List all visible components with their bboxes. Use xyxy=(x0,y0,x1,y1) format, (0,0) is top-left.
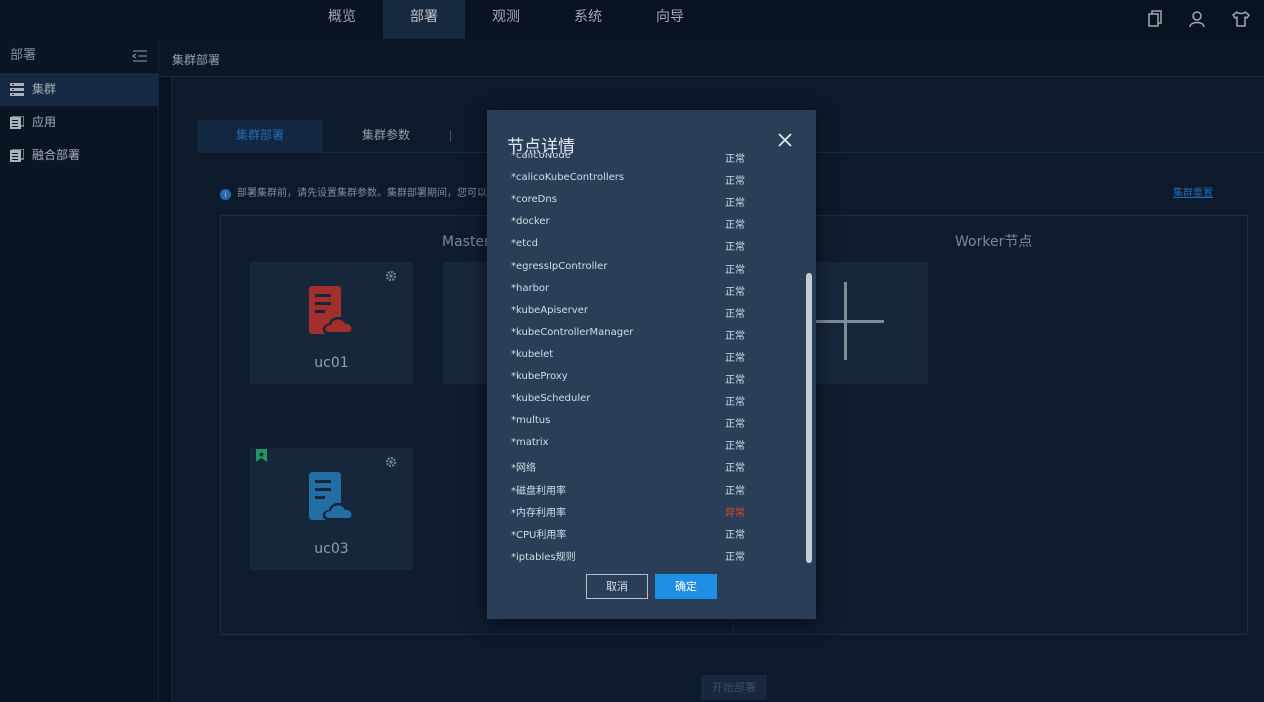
status-row: *multus 正常 xyxy=(487,411,803,433)
status-row: *kubeProxy 正常 xyxy=(487,367,803,389)
status-value: 正常 xyxy=(725,551,745,563)
status-row: *kubeApiserver 正常 xyxy=(487,301,803,323)
status-row: *磁盘利用率 正常 xyxy=(487,478,803,500)
status-value: 正常 xyxy=(725,397,745,409)
status-row: *kubelet 正常 xyxy=(487,345,803,367)
status-value: 正常 xyxy=(725,441,745,453)
status-value: 正常 xyxy=(725,264,745,276)
status-row: *calicoKubeControllers 正常 xyxy=(487,168,803,190)
node-detail-modal: 节点详情 *calicoNode 正常 *calicoKubeControllers… xyxy=(487,110,816,619)
status-value: 正常 xyxy=(725,154,745,165)
component-name: *kubeControllerManager xyxy=(511,326,634,338)
component-name: *CPU利用率 xyxy=(511,529,567,541)
component-name: *calicoKubeControllers xyxy=(511,172,625,184)
status-row: *iptables规则 正常 xyxy=(487,544,803,564)
component-name: *multus xyxy=(511,415,551,427)
close-icon[interactable] xyxy=(777,132,793,148)
component-name: *网络 xyxy=(511,463,536,475)
status-row: *kubeScheduler 正常 xyxy=(487,389,803,411)
component-name: *kubeProxy xyxy=(511,371,568,382)
status-value: 正常 xyxy=(725,463,745,475)
component-name: *磁盘利用率 xyxy=(511,485,566,497)
cancel-button[interactable]: 取消 xyxy=(586,574,648,599)
status-row: *kubeControllerManager 正常 xyxy=(487,323,803,345)
status-row: *egressIpController 正常 xyxy=(487,257,803,279)
status-value: 异常 xyxy=(725,507,745,519)
component-name: *etcd xyxy=(511,238,538,250)
component-name: *kubelet xyxy=(511,348,554,360)
component-name: *calicoNode xyxy=(511,153,571,161)
status-row: *docker 正常 xyxy=(487,212,803,234)
status-value: 正常 xyxy=(725,286,745,298)
component-name: *iptables规则 xyxy=(511,551,576,563)
component-name: *docker xyxy=(511,216,550,228)
status-value: 正常 xyxy=(725,198,745,210)
status-value: 正常 xyxy=(725,419,745,431)
status-value: 正常 xyxy=(725,176,745,188)
status-value: 正常 xyxy=(725,529,745,541)
component-name: *coreDns xyxy=(511,194,557,206)
status-value: 正常 xyxy=(725,308,745,320)
confirm-button[interactable]: 确定 xyxy=(655,574,717,599)
status-row: *matrix 正常 xyxy=(487,433,803,455)
status-row: *calicoNode 正常 xyxy=(487,153,803,168)
scrollbar[interactable] xyxy=(806,273,812,563)
status-row: *内存利用率 异常 xyxy=(487,500,803,522)
component-name: *harbor xyxy=(511,282,550,294)
status-row: *网络 正常 xyxy=(487,455,803,477)
component-name: *kubeApiserver xyxy=(511,304,588,316)
status-value: 正常 xyxy=(725,220,745,232)
component-name: *egressIpController xyxy=(511,260,608,272)
status-row: *etcd 正常 xyxy=(487,234,803,256)
component-name: *kubeScheduler xyxy=(511,393,591,405)
status-value: 正常 xyxy=(725,242,745,254)
status-list: *calicoNode 正常 *calicoKubeControllers 正常 *co… xyxy=(487,153,816,564)
status-row: *coreDns 正常 xyxy=(487,190,803,212)
status-value: 正常 xyxy=(725,375,745,386)
component-name: *内存利用率 xyxy=(511,507,566,519)
status-row: *CPU利用率 正常 xyxy=(487,522,803,544)
status-value: 正常 xyxy=(725,352,745,364)
status-value: 正常 xyxy=(725,330,745,342)
status-value: 正常 xyxy=(725,485,745,497)
component-name: *matrix xyxy=(511,437,549,449)
status-row: *harbor 正常 xyxy=(487,279,803,301)
